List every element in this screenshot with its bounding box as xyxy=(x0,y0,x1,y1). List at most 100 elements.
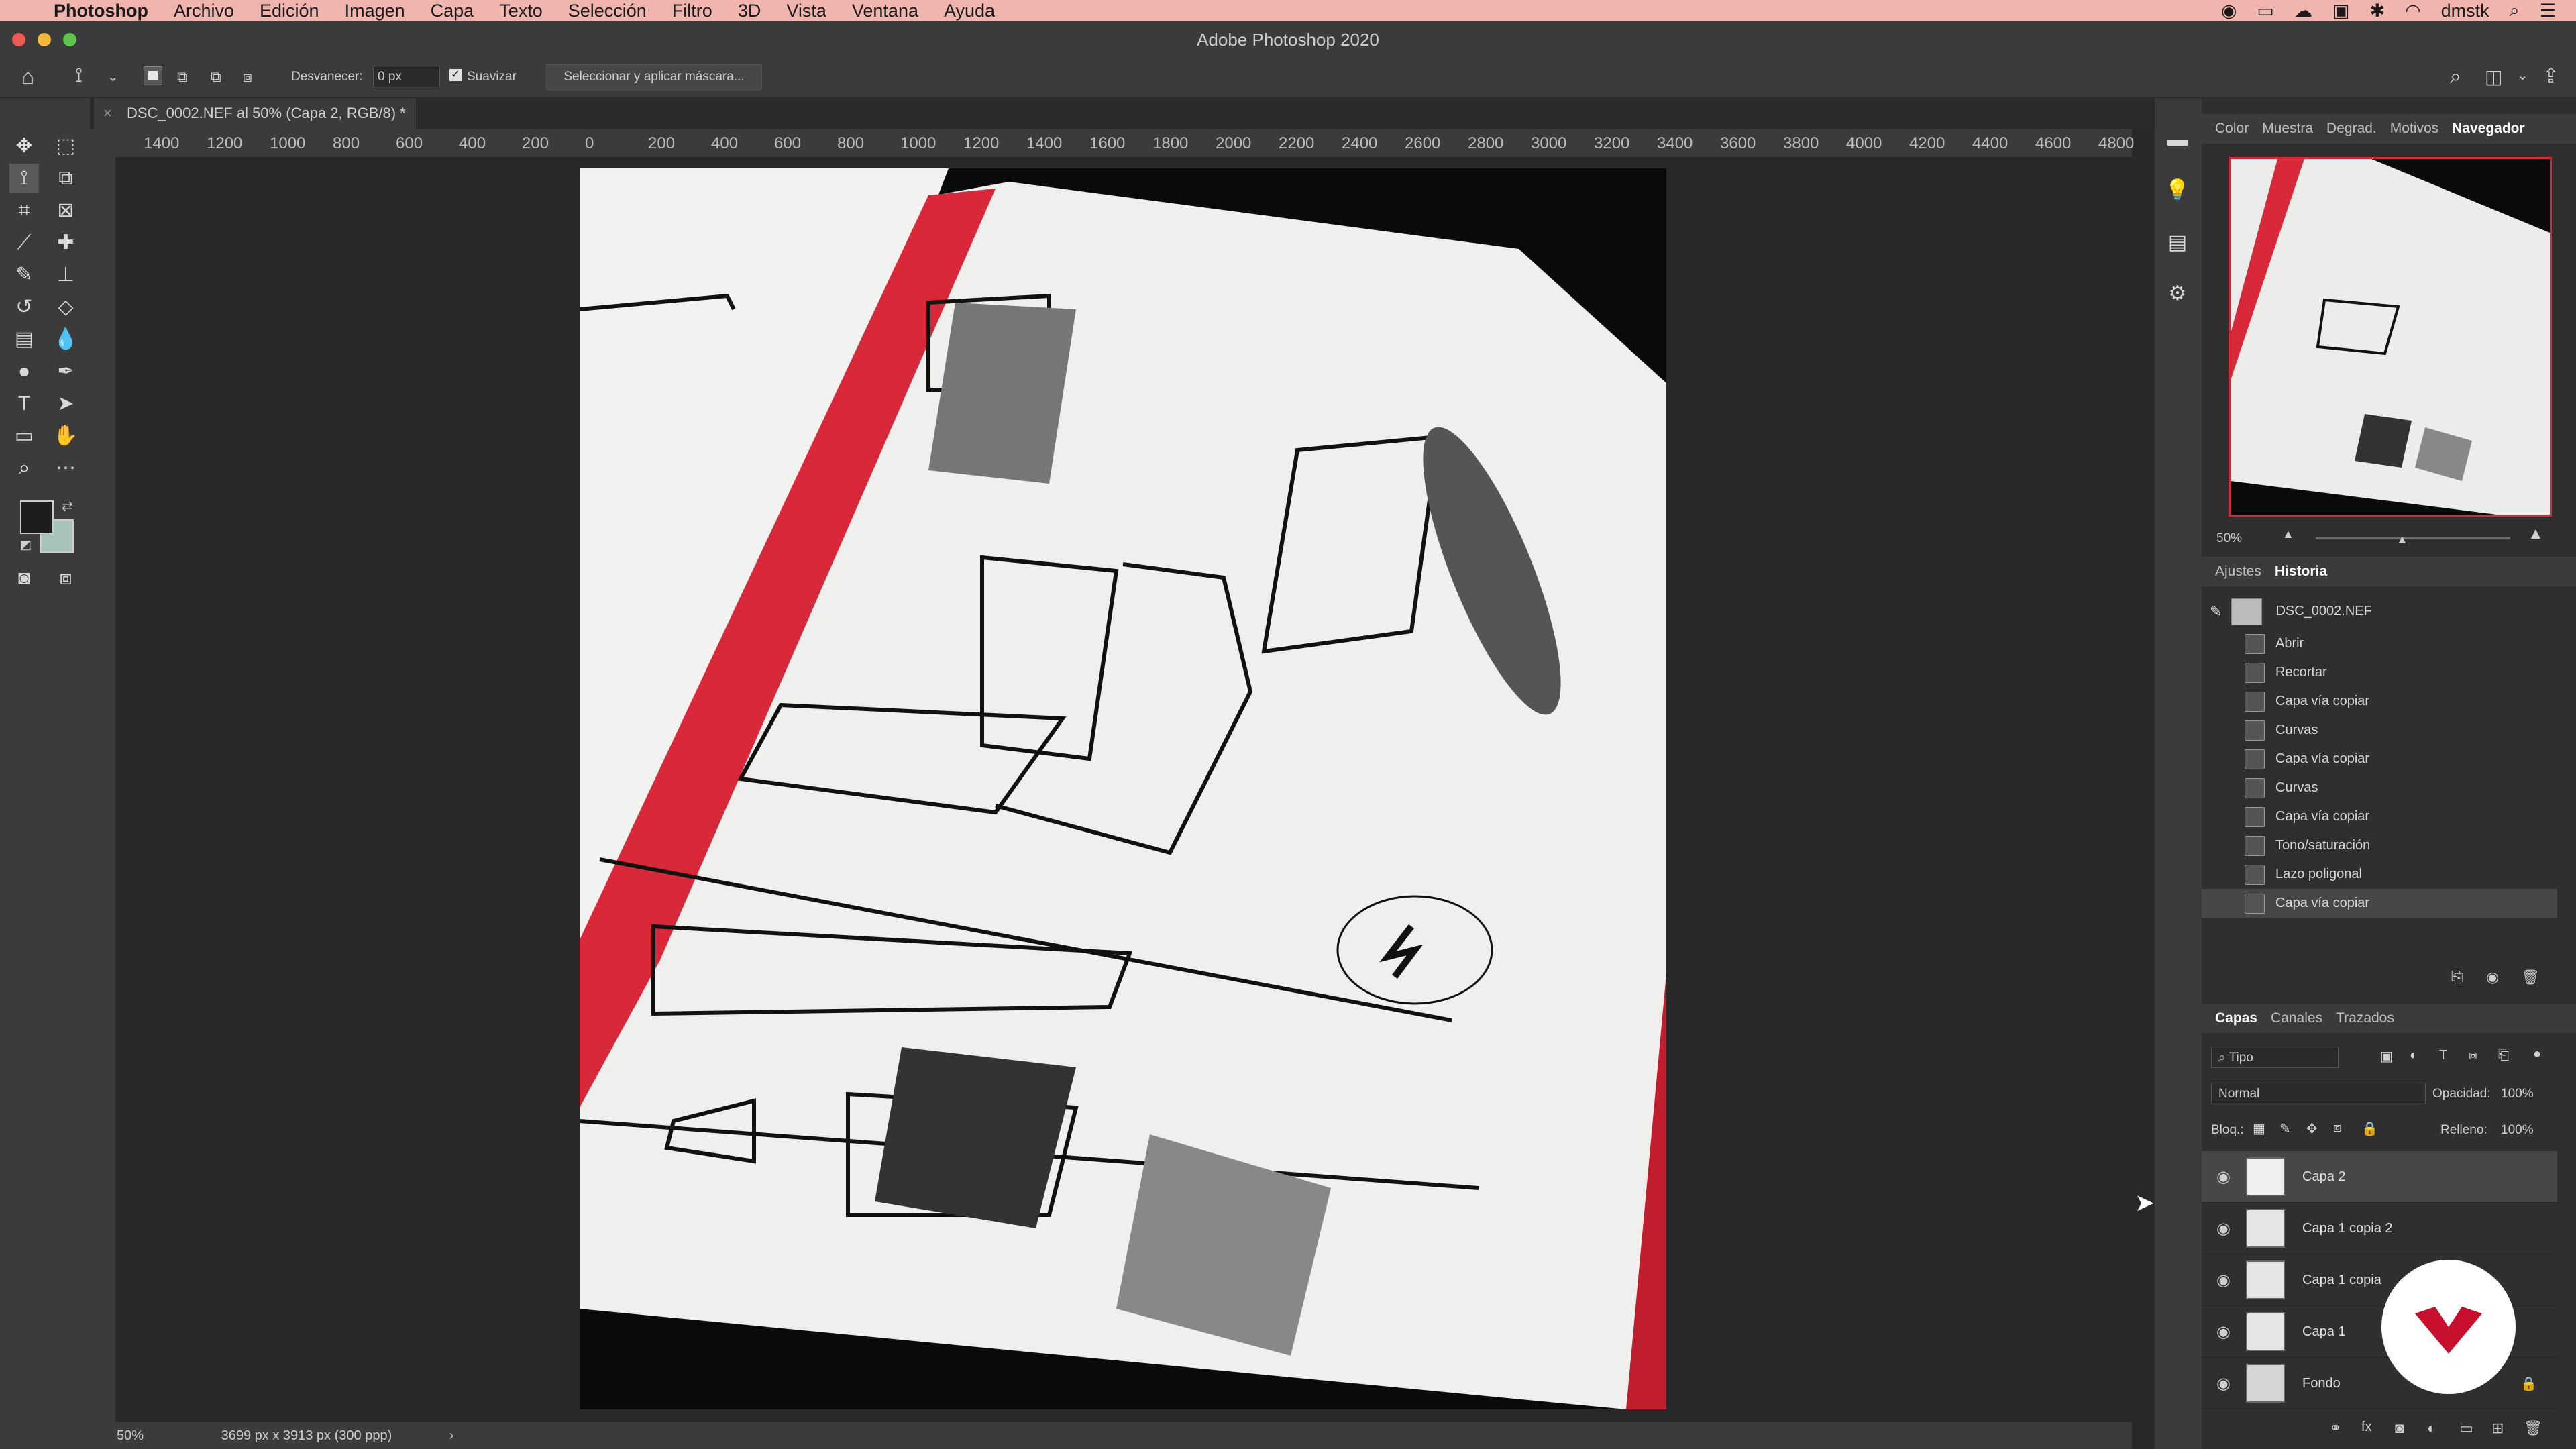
learn-panel-icon[interactable]: 💡 xyxy=(2163,176,2192,205)
opacity-value[interactable]: 100% xyxy=(2501,1087,2534,1102)
document-image[interactable] xyxy=(580,168,1666,1409)
new-document-from-state-icon[interactable]: ⎘ xyxy=(2451,969,2463,986)
eyedropper-tool-icon[interactable]: ⟋ xyxy=(9,228,39,258)
vertical-ruler[interactable] xyxy=(90,157,116,1422)
libraries-panel-icon[interactable]: ▤ xyxy=(2163,228,2192,258)
workspace-icon[interactable]: ◫ xyxy=(2485,66,2502,88)
hand-tool-icon[interactable]: ✋ xyxy=(51,421,80,451)
bluetooth-icon[interactable]: ✱ xyxy=(2369,1,2385,21)
tab-history[interactable]: Historia xyxy=(2275,564,2327,580)
filter-shape-icon[interactable]: ⧈ xyxy=(2469,1048,2477,1063)
filter-toggle-icon[interactable]: ● xyxy=(2533,1046,2541,1062)
delete-state-icon[interactable]: 🗑 xyxy=(2521,969,2540,986)
tab-layers[interactable]: Capas xyxy=(2215,1010,2257,1026)
properties-panel-icon[interactable]: ⚙ xyxy=(2163,279,2192,309)
menu-3d[interactable]: 3D xyxy=(738,1,761,21)
minimize-window-button[interactable] xyxy=(38,33,51,46)
document-tab[interactable]: × DSC_0002.NEF al 50% (Capa 2, RGB/8) * xyxy=(94,98,416,129)
dodge-tool-icon[interactable]: ● xyxy=(9,357,39,386)
home-icon[interactable]: ⌂ xyxy=(21,64,34,89)
visibility-eye-icon[interactable]: ◉ xyxy=(2216,1271,2235,1290)
tab-paths[interactable]: Trazados xyxy=(2336,1010,2394,1026)
lock-position-icon[interactable]: ✥ xyxy=(2306,1120,2318,1137)
tool-preset-chevron-icon[interactable]: ⌄ xyxy=(107,68,119,85)
filter-smart-object-icon[interactable]: ⎗ xyxy=(2498,1048,2509,1063)
menu-vista[interactable]: Vista xyxy=(786,1,826,21)
workspace-chevron-icon[interactable]: ⌄ xyxy=(2517,67,2528,84)
spotlight-search-icon[interactable]: ⌕ xyxy=(2510,0,2520,21)
lock-artboard-icon[interactable]: ⧈ xyxy=(2333,1120,2342,1136)
polygonal-lasso-icon[interactable]: ⟟ xyxy=(75,64,83,87)
filter-pixel-icon[interactable]: ▣ xyxy=(2380,1048,2393,1065)
lasso-tool-icon[interactable]: ⟟ xyxy=(9,164,39,193)
stamp-tool-icon[interactable]: ⊥ xyxy=(51,260,80,290)
fill-value[interactable]: 100% xyxy=(2501,1123,2534,1138)
add-selection-icon[interactable]: ⧉ xyxy=(177,68,188,86)
search-icon[interactable]: ⌕ xyxy=(2450,66,2461,89)
blur-tool-icon[interactable]: 💧 xyxy=(51,325,80,354)
default-colors-icon[interactable]: ◩ xyxy=(20,538,32,552)
menu-filtro[interactable]: Filtro xyxy=(672,1,712,21)
feather-input[interactable]: 0 px xyxy=(373,66,440,87)
path-selection-tool-icon[interactable]: ➤ xyxy=(51,389,80,419)
user-name[interactable]: dmstk xyxy=(2441,1,2489,21)
history-item[interactable]: Recortar xyxy=(2202,658,2557,687)
eraser-tool-icon[interactable]: ◇ xyxy=(51,292,80,322)
link-layers-icon[interactable]: ⚭ xyxy=(2329,1419,2341,1437)
menu-ayuda[interactable]: Ayuda xyxy=(944,1,995,21)
swap-colors-icon[interactable]: ⇄ xyxy=(62,498,73,515)
snapshot-camera-icon[interactable]: ◉ xyxy=(2486,969,2499,986)
quick-mask-icon[interactable]: ◙ xyxy=(9,564,39,593)
healing-brush-tool-icon[interactable]: ✚ xyxy=(51,228,80,258)
layer-filter-select[interactable]: ⌕ Tipo xyxy=(2211,1046,2339,1068)
status-chevron-icon[interactable]: › xyxy=(449,1428,454,1443)
new-layer-icon[interactable]: ⊞ xyxy=(2491,1419,2504,1437)
control-center-icon[interactable]: ☰ xyxy=(2540,1,2556,21)
history-item[interactable]: Capa vía copiar xyxy=(2202,745,2557,773)
object-selection-tool-icon[interactable]: ⧉ xyxy=(51,164,80,193)
blend-mode-select[interactable]: Normal xyxy=(2211,1083,2426,1104)
history-item[interactable]: Curvas xyxy=(2202,773,2557,802)
tab-gradients[interactable]: Degrad. xyxy=(2326,121,2377,137)
frame-tool-icon[interactable]: ⊠ xyxy=(51,196,80,225)
screen-mode-icon[interactable]: ⧈ xyxy=(51,564,80,593)
select-and-mask-button[interactable]: Seleccionar y aplicar máscara... xyxy=(546,64,762,90)
history-item[interactable]: Capa vía copiar xyxy=(2202,802,2557,831)
zoom-window-button[interactable] xyxy=(63,33,76,46)
delete-layer-icon[interactable]: 🗑 xyxy=(2524,1419,2542,1437)
subtract-selection-icon[interactable]: ⧉ xyxy=(211,68,221,86)
navigator-slider-thumb[interactable]: ▲ xyxy=(2396,533,2408,547)
history-brush-source-icon[interactable]: ✎ xyxy=(2210,603,2222,621)
zoom-in-icon[interactable]: ▲ xyxy=(2528,525,2544,543)
close-window-button[interactable] xyxy=(12,33,25,46)
intersect-selection-icon[interactable]: ⧈ xyxy=(243,68,252,86)
zoom-tool-icon[interactable]: ⌕ xyxy=(9,453,39,483)
history-snapshot[interactable]: ✎ DSC_0002.NEF xyxy=(2202,597,2557,626)
tab-navigator[interactable]: Navegador xyxy=(2452,121,2525,137)
layer-style-icon[interactable]: fx xyxy=(2361,1419,2372,1435)
type-tool-icon[interactable]: T xyxy=(9,389,39,419)
menu-imagen[interactable]: Imagen xyxy=(345,1,405,21)
new-adjustment-icon[interactable]: ◐ xyxy=(2427,1419,2436,1437)
rectangle-tool-icon[interactable]: ▭ xyxy=(9,421,39,451)
lock-all-icon[interactable]: 🔒 xyxy=(2361,1120,2378,1137)
gradient-tool-icon[interactable]: ▤ xyxy=(9,325,39,354)
navigator-zoom[interactable]: 50% xyxy=(2216,531,2242,546)
filter-adjustment-icon[interactable]: ◐ xyxy=(2410,1048,2418,1063)
menu-archivo[interactable]: Archivo xyxy=(174,1,234,21)
menu-seleccion[interactable]: Selección xyxy=(568,1,647,21)
menu-ventana[interactable]: Ventana xyxy=(852,1,918,21)
app-menu[interactable]: Photoshop xyxy=(54,1,148,21)
foreground-color-swatch[interactable] xyxy=(20,500,54,534)
antialias-checkbox[interactable]: ✓ xyxy=(449,69,462,81)
menu-edicion[interactable]: Edición xyxy=(260,1,319,21)
visibility-eye-icon[interactable]: ◉ xyxy=(2216,1374,2235,1393)
tab-channels[interactable]: Canales xyxy=(2271,1010,2322,1026)
app-badge-icon[interactable]: ▣ xyxy=(2332,1,2350,21)
share-icon[interactable]: ⇪ xyxy=(2542,64,2559,88)
more-tools-icon[interactable]: ⋯ xyxy=(51,453,80,483)
tab-swatches[interactable]: Muestra xyxy=(2262,121,2313,137)
navigator-zoom-slider[interactable] xyxy=(2316,537,2510,539)
new-group-icon[interactable]: ▭ xyxy=(2459,1419,2473,1437)
marquee-tool-icon[interactable]: ⬚ xyxy=(51,131,80,161)
